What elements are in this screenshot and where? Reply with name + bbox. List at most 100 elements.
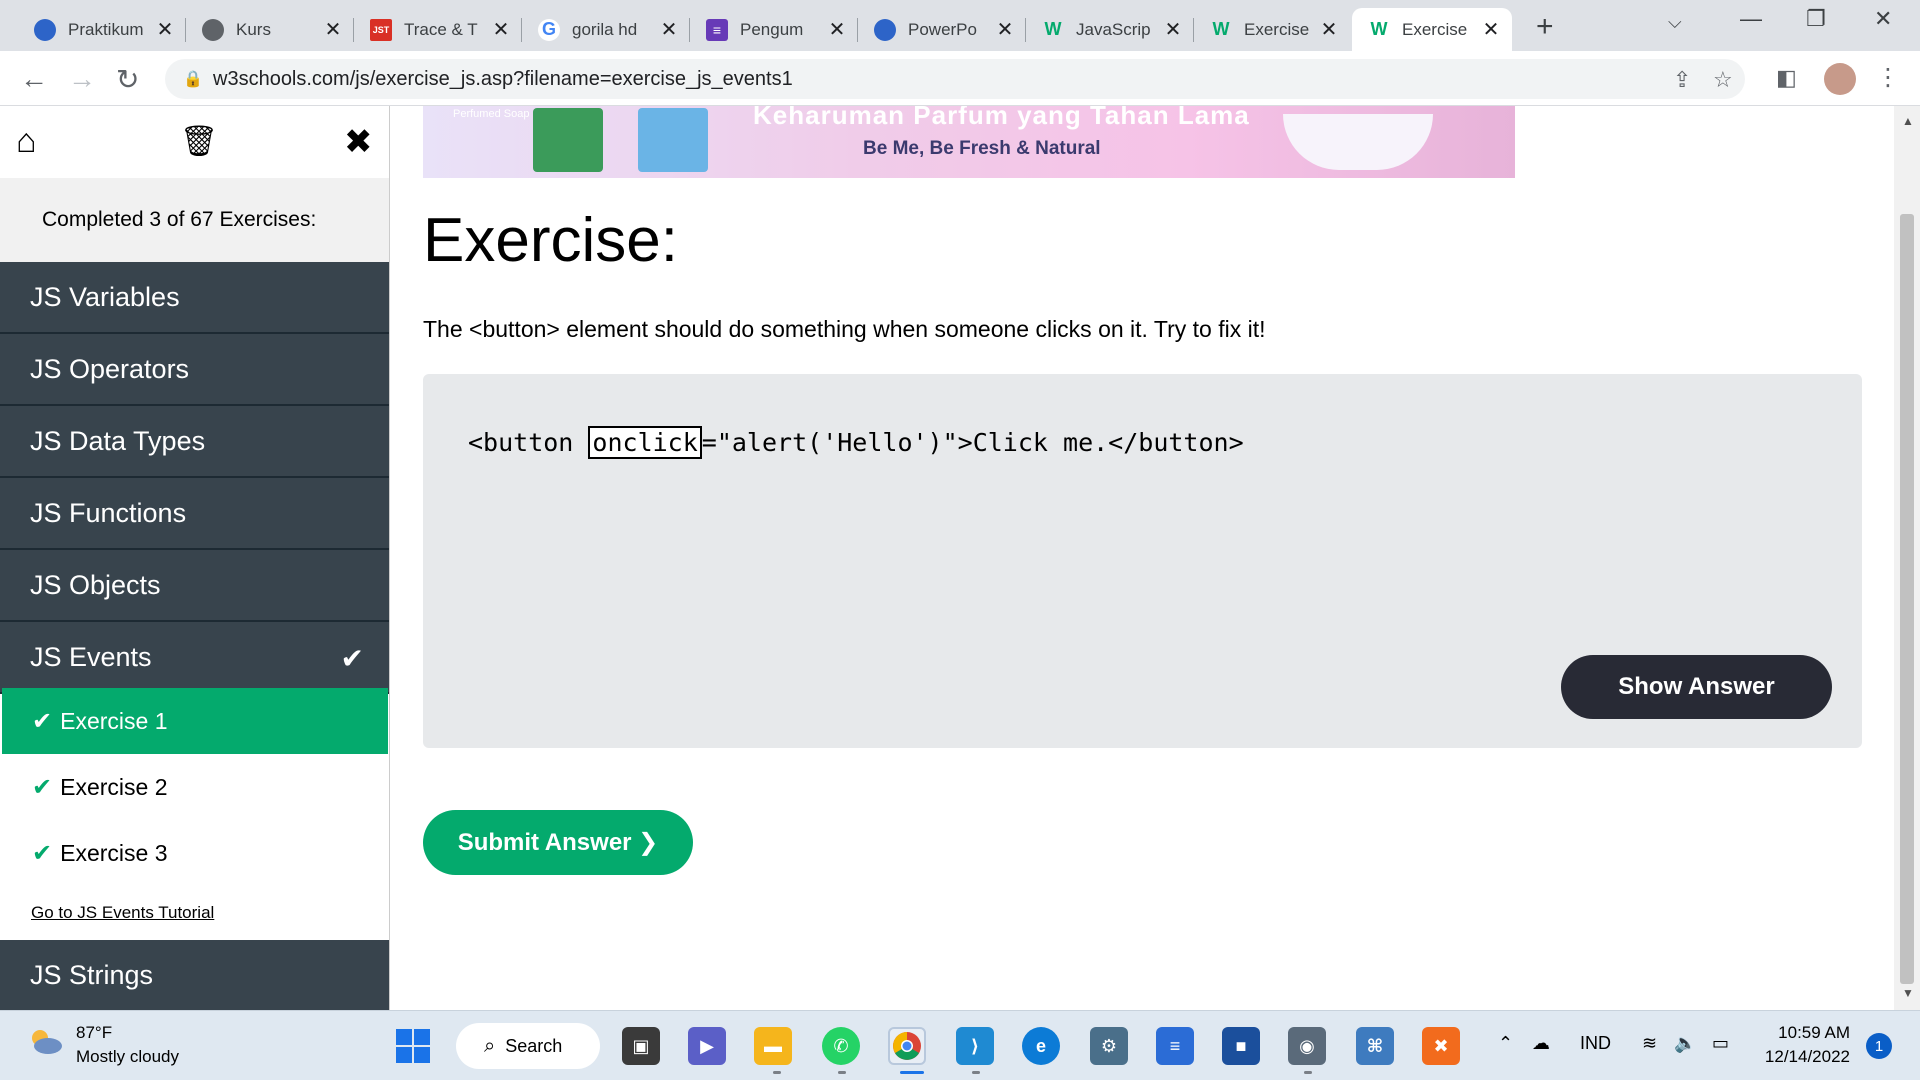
search-label: Search bbox=[505, 1035, 563, 1056]
close-tab-icon[interactable]: ✕ bbox=[490, 17, 512, 42]
chevron-up-icon[interactable]: ⌃ bbox=[1498, 1033, 1513, 1054]
scroll-up-arrow-icon[interactable]: ▲ bbox=[1902, 114, 1914, 128]
minimize-icon[interactable]: — bbox=[1740, 6, 1762, 32]
windows-taskbar: 87°F Mostly cloudy ⌕ Search ▣ ▶ ▬ ✆ ⟩ e ⚙… bbox=[0, 1010, 1920, 1080]
menu-kebab-icon[interactable]: ⋮ bbox=[1876, 63, 1900, 92]
weather-description[interactable]: Mostly cloudy bbox=[76, 1047, 179, 1067]
scroll-down-arrow-icon[interactable]: ▼ bbox=[1902, 986, 1914, 1000]
new-tab-icon[interactable]: + bbox=[1536, 10, 1554, 44]
app-icon[interactable]: ⚙ bbox=[1090, 1027, 1128, 1065]
exercise-item-2[interactable]: ✔ Exercise 2 bbox=[2, 754, 388, 820]
browser-tab[interactable]: ≡ Pengum ✕ bbox=[690, 8, 858, 51]
clock-time[interactable]: 10:59 AM bbox=[1770, 1023, 1850, 1043]
topic-js-strings[interactable]: JS Strings bbox=[0, 940, 389, 1010]
clock-date[interactable]: 12/14/2022 bbox=[1750, 1047, 1850, 1067]
banner-brand: Perfumed Soap bbox=[453, 108, 530, 120]
scroll-thumb[interactable] bbox=[1900, 214, 1914, 984]
browser-tab-active[interactable]: W Exercise ✕ bbox=[1352, 8, 1512, 51]
close-tab-icon[interactable]: ✕ bbox=[322, 17, 344, 42]
browser-tab[interactable]: Praktikum ✕ bbox=[18, 8, 186, 51]
language-indicator[interactable]: IND bbox=[1580, 1033, 1611, 1054]
forms-icon: ≡ bbox=[706, 18, 728, 41]
exercise-sidebar: ⌂ 🗑 ✖ Completed 3 of 67 Exercises: JS Va… bbox=[0, 106, 390, 1010]
volume-icon[interactable]: 🔈 bbox=[1674, 1033, 1696, 1054]
topic-js-functions[interactable]: JS Functions bbox=[0, 478, 389, 550]
page-title: Exercise: bbox=[423, 206, 678, 275]
close-tab-icon[interactable]: ✕ bbox=[658, 17, 680, 42]
vscode-icon[interactable]: ⟩ bbox=[956, 1027, 994, 1065]
submit-answer-button[interactable]: Submit Answer ❯ bbox=[423, 810, 693, 875]
topic-js-variables[interactable]: JS Variables bbox=[0, 262, 389, 334]
exercise-item-3[interactable]: ✔ Exercise 3 bbox=[2, 820, 388, 886]
browser-tab[interactable]: JST Trace & T ✕ bbox=[354, 8, 522, 51]
browser-toolbar: ← → ↻ 🔒 w3schools.com/js/exercise_js.asp… bbox=[0, 51, 1920, 106]
browser-tab[interactable]: W JavaScrip ✕ bbox=[1026, 8, 1194, 51]
topic-js-data-types[interactable]: JS Data Types bbox=[0, 406, 389, 478]
browser-tab[interactable]: PowerPo ✕ bbox=[858, 8, 1026, 51]
close-window-icon[interactable]: ✕ bbox=[1874, 6, 1892, 32]
close-icon[interactable]: ✖ bbox=[344, 122, 373, 162]
reload-icon[interactable]: ↻ bbox=[116, 63, 139, 96]
share-icon[interactable]: ⇪ bbox=[1673, 67, 1691, 93]
show-answer-button[interactable]: Show Answer bbox=[1561, 655, 1832, 719]
page-scrollbar[interactable]: ▲ ▼ bbox=[1894, 106, 1920, 1010]
task-view-icon[interactable]: ▣ bbox=[622, 1027, 660, 1065]
running-indicator bbox=[972, 1071, 980, 1074]
home-icon[interactable]: ⌂ bbox=[16, 122, 37, 161]
close-tab-icon[interactable]: ✕ bbox=[154, 17, 176, 42]
trash-icon[interactable]: 🗑 bbox=[180, 124, 218, 159]
tab-title: Pengum bbox=[740, 19, 804, 39]
tutorial-link[interactable]: Go to JS Events Tutorial bbox=[31, 903, 214, 923]
globe-gray-icon bbox=[202, 18, 224, 41]
close-tab-icon[interactable]: ✕ bbox=[826, 17, 848, 42]
topic-js-events[interactable]: JS Events ✔ bbox=[0, 622, 389, 694]
chrome-icon[interactable] bbox=[888, 1027, 926, 1065]
browser-tab[interactable]: G gorila hd ✕ bbox=[522, 8, 690, 51]
tab-title: Praktikum bbox=[68, 19, 144, 39]
close-tab-icon[interactable]: ✕ bbox=[994, 17, 1016, 42]
camera-icon[interactable]: ◉ bbox=[1288, 1027, 1326, 1065]
side-panel-icon[interactable]: ◧ bbox=[1776, 65, 1797, 91]
whatsapp-icon[interactable]: ✆ bbox=[822, 1027, 860, 1065]
onedrive-cloud-icon[interactable]: ☁ bbox=[1532, 1033, 1550, 1054]
close-tab-icon[interactable]: ✕ bbox=[1480, 17, 1502, 42]
tab-title: Kurs bbox=[236, 19, 271, 39]
bookmark-star-icon[interactable]: ☆ bbox=[1713, 67, 1733, 93]
microsoft-store-icon[interactable]: ■ bbox=[1222, 1027, 1260, 1065]
weather-temperature[interactable]: 87°F bbox=[76, 1023, 112, 1043]
advertisement-banner[interactable]: Perfumed Soap Keharuman Parfum yang Taha… bbox=[423, 106, 1515, 178]
topic-js-operators[interactable]: JS Operators bbox=[0, 334, 389, 406]
restore-icon[interactable]: ❐ bbox=[1806, 6, 1826, 32]
tab-search-chevron-icon[interactable]: ⌵ bbox=[1668, 12, 1682, 33]
address-bar[interactable]: 🔒 w3schools.com/js/exercise_js.asp?filen… bbox=[165, 59, 1745, 99]
answer-input[interactable]: onclick bbox=[588, 426, 702, 459]
battery-icon[interactable]: ▭ bbox=[1712, 1033, 1729, 1054]
notepad-icon[interactable]: ≡ bbox=[1156, 1027, 1194, 1065]
exercise-item-1[interactable]: ✔ Exercise 1 bbox=[2, 688, 388, 754]
url-text[interactable]: w3schools.com/js/exercise_js.asp?filenam… bbox=[213, 68, 793, 91]
file-explorer-icon[interactable]: ▬ bbox=[754, 1027, 792, 1065]
taskbar-search[interactable]: ⌕ Search bbox=[456, 1023, 600, 1069]
profile-avatar[interactable] bbox=[1824, 63, 1856, 95]
tab-title: Exercise bbox=[1402, 19, 1468, 39]
back-arrow-icon[interactable]: ← bbox=[20, 63, 48, 95]
close-tab-icon[interactable]: ✕ bbox=[1318, 17, 1340, 42]
topic-js-objects[interactable]: JS Objects bbox=[0, 550, 389, 622]
running-indicator bbox=[838, 1071, 846, 1074]
teams-chat-icon[interactable]: ▶ bbox=[688, 1027, 726, 1065]
edge-icon[interactable]: e bbox=[1022, 1027, 1060, 1065]
xampp-icon[interactable]: ✖ bbox=[1422, 1027, 1460, 1065]
tab-title: Trace & T bbox=[404, 19, 478, 39]
browser-tab[interactable]: Kurs ✕ bbox=[186, 8, 354, 51]
lock-icon[interactable]: 🔒 bbox=[183, 69, 203, 89]
forward-arrow-icon[interactable]: → bbox=[68, 63, 96, 95]
windows-start-icon[interactable] bbox=[396, 1029, 430, 1063]
topic-label: JS Events bbox=[30, 641, 152, 672]
browser-tab[interactable]: W Exercise ✕ bbox=[1194, 8, 1350, 51]
exercise-label: Exercise 3 bbox=[60, 839, 168, 866]
wifi-icon[interactable]: ≋ bbox=[1642, 1033, 1657, 1054]
notification-badge[interactable]: 1 bbox=[1866, 1033, 1892, 1059]
close-tab-icon[interactable]: ✕ bbox=[1162, 17, 1184, 42]
cloudy-weather-icon[interactable] bbox=[28, 1027, 64, 1055]
python-icon[interactable]: ⌘ bbox=[1356, 1027, 1394, 1065]
